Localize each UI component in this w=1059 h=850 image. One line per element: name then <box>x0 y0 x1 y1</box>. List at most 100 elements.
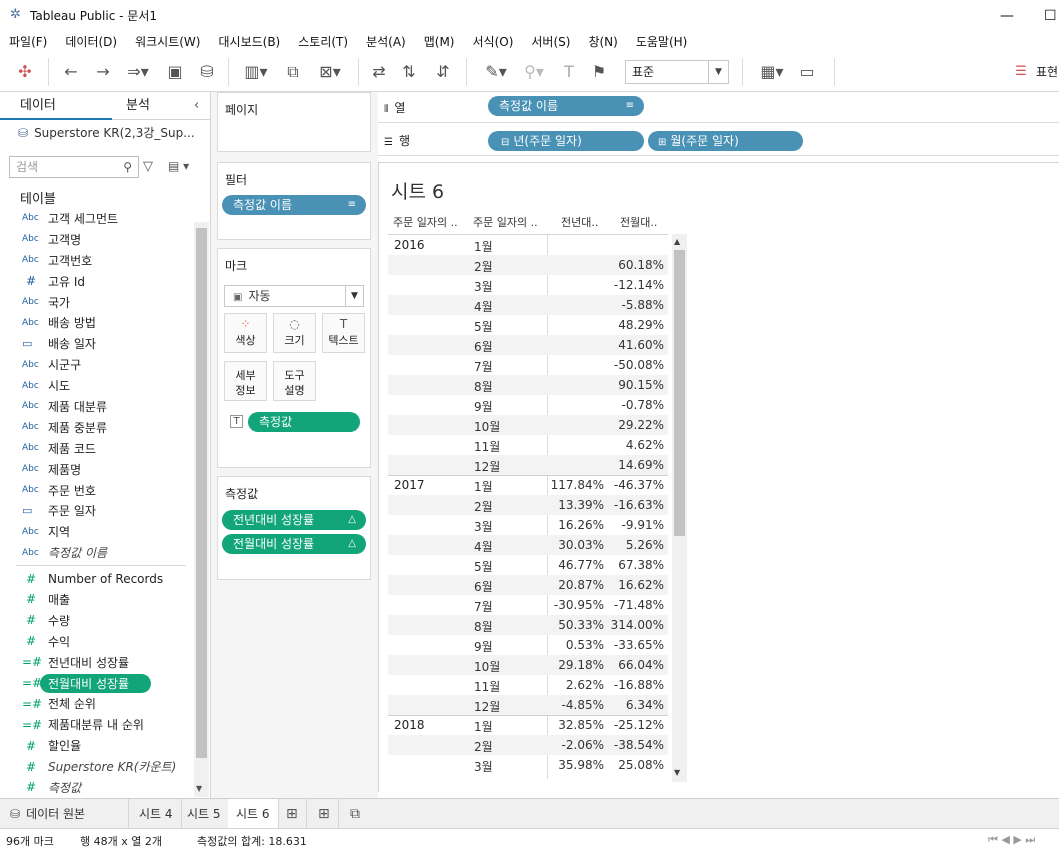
new-datasource-icon[interactable]: ⛁ <box>196 61 218 83</box>
field-item[interactable]: =# 전년대비 성장률 <box>0 652 194 673</box>
tableau-home-icon[interactable]: ✣ <box>14 61 36 83</box>
tab-sheet-6[interactable]: 시트 6 <box>228 799 279 829</box>
fix-axes-icon[interactable]: ⚑ <box>588 61 610 83</box>
table-row[interactable]: 10월 29.18% 66.04% <box>388 655 668 675</box>
fit-select[interactable]: 표준 ▼ <box>625 60 729 84</box>
field-item[interactable]: Abc 고객 세그먼트 <box>0 208 194 229</box>
scroll-down-icon[interactable]: ▼ <box>674 768 680 777</box>
new-story-icon[interactable]: ⧉ <box>342 799 368 829</box>
menu-help[interactable]: 도움말(H) <box>627 33 697 50</box>
new-dashboard-icon[interactable]: ⊞ <box>310 799 339 829</box>
table-row[interactable]: 2월 60.18% <box>388 255 668 275</box>
sort-descending-icon[interactable]: ⇵ <box>432 61 454 83</box>
color-button[interactable]: ⁘ 색상 <box>224 313 267 353</box>
table-row[interactable]: 12월 14.69% <box>388 455 668 475</box>
column-header[interactable]: 전년대.. <box>561 214 598 230</box>
table-row[interactable]: 3월 -12.14% <box>388 275 668 295</box>
new-worksheet-icon[interactable]: ⊞ <box>278 799 307 829</box>
tooltip-button[interactable]: 도구 설명 <box>273 361 316 401</box>
field-item[interactable]: ▭ 배송 일자 <box>0 333 194 354</box>
menu-worksheet[interactable]: 워크시트(W) <box>126 33 209 50</box>
table-row[interactable]: 2월 13.39% -16.63% <box>388 495 668 515</box>
group-members-icon[interactable]: ⚲▾ <box>516 61 552 83</box>
tab-data[interactable]: 데이터 <box>0 92 112 120</box>
menu-map[interactable]: 맵(M) <box>415 33 464 50</box>
save-icon[interactable]: ▣ <box>164 61 186 83</box>
search-input[interactable]: 검색 ⚲ <box>9 156 139 178</box>
field-item[interactable]: Abc 국가 <box>0 292 194 313</box>
show-cards-icon[interactable]: ▦▾ <box>754 61 790 83</box>
measure-values-card[interactable]: 측정값 전년대비 성장률 △ 전월대비 성장률 △ <box>217 476 371 580</box>
pages-card[interactable]: 페이지 <box>217 92 371 152</box>
menu-dashboard[interactable]: 대시보드(B) <box>209 33 289 50</box>
field-item[interactable]: # Number of Records <box>0 568 194 589</box>
column-header[interactable]: 주문 일자의 .. <box>473 214 538 230</box>
duplicate-sheet-icon[interactable]: ⧉ <box>282 61 304 83</box>
size-button[interactable]: ◌ 크기 <box>273 313 316 353</box>
table-row[interactable]: 11월 2.62% -16.88% <box>388 675 668 695</box>
field-item[interactable]: # 수량 <box>0 610 194 631</box>
field-item[interactable]: # 수익 <box>0 631 194 652</box>
minimize-icon[interactable]: — <box>1000 8 1014 24</box>
filter-pill[interactable]: 측정값 이름 ≡ <box>222 195 366 215</box>
sort-ascending-icon[interactable]: ⇅ <box>398 61 420 83</box>
menu-server[interactable]: 서버(S) <box>522 33 579 50</box>
field-item[interactable]: # 측정값 <box>0 777 194 798</box>
table-row[interactable]: 8월 90.15% <box>388 375 668 395</box>
table-row[interactable]: 4월 -5.88% <box>388 295 668 315</box>
marks-text-pill[interactable]: 측정값 <box>248 412 360 432</box>
menu-data[interactable]: 데이터(D) <box>56 33 126 50</box>
replay-icon[interactable]: ⇒▾ <box>120 61 156 83</box>
collapse-pane-icon[interactable]: ‹ <box>194 92 199 120</box>
field-item[interactable]: # 고유 Id <box>0 271 194 292</box>
mark-type-select[interactable]: ▣ 자동 ▼ <box>224 285 364 307</box>
tab-analysis[interactable]: 분석 <box>126 92 150 120</box>
table-row[interactable]: 2월 -2.06% -38.54% <box>388 735 668 755</box>
tab-datasource[interactable]: ⛁ 데이터 원본 <box>0 799 129 829</box>
swap-rows-columns-icon[interactable]: ⇄ <box>368 61 390 83</box>
filters-card[interactable]: 필터 측정값 이름 ≡ <box>217 162 371 240</box>
field-item[interactable]: Abc 시군구 <box>0 354 194 375</box>
view-scrollbar[interactable]: ▲ ▼ <box>672 234 687 782</box>
menu-file[interactable]: 파일(F) <box>0 33 56 50</box>
rows-shelf[interactable]: ☰ 행 ⊟ 년(주문 일자) ⊞ 월(주문 일자) <box>378 125 1059 156</box>
measure-value-pill[interactable]: 전년대비 성장률 △ <box>222 510 366 530</box>
highlight-icon[interactable]: ✎▾ <box>478 61 514 83</box>
menu-window[interactable]: 창(N) <box>579 33 626 50</box>
columns-pill[interactable]: 측정값 이름 ≡ <box>488 96 644 116</box>
table-row[interactable]: 7월 -50.08% <box>388 355 668 375</box>
rows-pill-year[interactable]: ⊟ 년(주문 일자) <box>488 131 644 151</box>
show-me-icon[interactable]: ☰ <box>1014 61 1028 83</box>
table-row[interactable]: 2016 1월 <box>388 235 668 255</box>
menu-analysis[interactable]: 분석(A) <box>357 33 415 50</box>
datasource-item[interactable]: ⛁ Superstore KR(2,3강_Sup... <box>18 124 195 141</box>
scrollbar-thumb[interactable] <box>674 250 685 536</box>
view-options-icon[interactable]: ▤ ▾ <box>168 159 189 173</box>
field-item[interactable]: Abc 제품 코드 <box>0 438 194 459</box>
data-pane-scrollbar[interactable]: ▼ <box>194 222 209 797</box>
table-row[interactable]: 3월 35.98% 25.08% <box>388 755 668 775</box>
field-item[interactable]: # 매출 <box>0 589 194 610</box>
table-row[interactable]: 5월 48.29% <box>388 315 668 335</box>
menu-story[interactable]: 스토리(T) <box>289 33 357 50</box>
presentation-mode-icon[interactable]: ▭ <box>796 61 818 83</box>
table-row[interactable]: 5월 46.77% 67.38% <box>388 555 668 575</box>
table-row[interactable]: 4월 30.03% 5.26% <box>388 535 668 555</box>
table-row[interactable]: 7월 -30.95% -71.48% <box>388 595 668 615</box>
scrollbar-thumb[interactable] <box>196 228 207 758</box>
filter-icon[interactable]: ▽ <box>143 159 153 174</box>
clear-sheet-icon[interactable]: ⊠▾ <box>312 61 348 83</box>
new-worksheet-icon[interactable]: ▥▾ <box>238 61 274 83</box>
field-item[interactable]: Abc 시도 <box>0 375 194 396</box>
table-row[interactable]: 2018 1월 32.85% -25.12% <box>388 715 668 735</box>
measure-value-pill[interactable]: 전월대비 성장률 △ <box>222 534 366 554</box>
maximize-icon[interactable]: ☐ <box>1044 8 1057 24</box>
show-me-button[interactable]: 표현 <box>1036 61 1059 83</box>
table-row[interactable]: 2017 1월 117.84% -46.37% <box>388 475 668 495</box>
field-item[interactable]: Abc 제품명 <box>0 459 194 480</box>
field-item[interactable]: =# 제품대분류 내 순위 <box>0 714 194 735</box>
field-item[interactable]: Abc 지역 <box>0 521 194 542</box>
field-item[interactable]: Abc 주문 번호 <box>0 480 194 501</box>
field-item[interactable]: # 할인율 <box>0 735 194 756</box>
table-row[interactable]: 10월 29.22% <box>388 415 668 435</box>
